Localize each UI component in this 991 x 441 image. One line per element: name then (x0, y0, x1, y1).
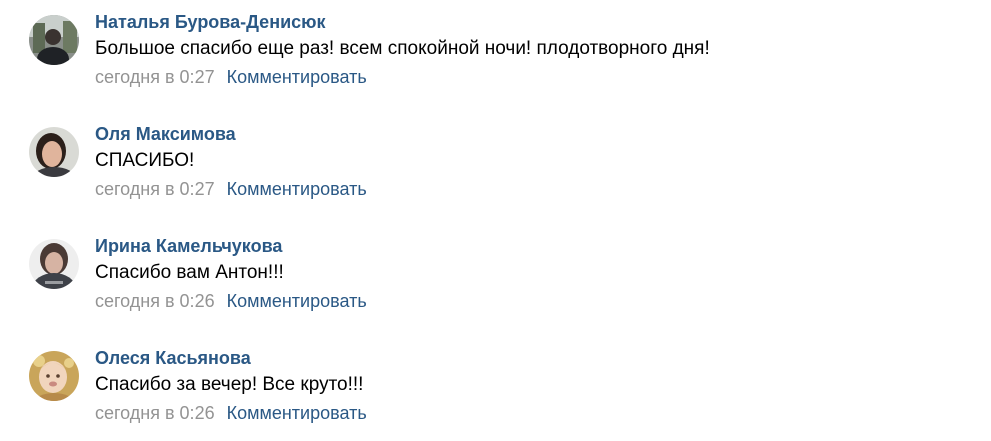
comment-author[interactable]: Ирина Камельчукова (95, 235, 282, 257)
comment-item: Оля Максимова СПАСИБО! сегодня в 0:27 Ком… (29, 124, 969, 217)
comment-meta: сегодня в 0:26 Комментировать (95, 290, 367, 312)
user-photo-icon (29, 351, 79, 401)
comment-text: СПАСИБО! (95, 150, 195, 171)
comment-meta: сегодня в 0:26 Комментировать (95, 402, 367, 424)
comment-time[interactable]: сегодня в 0:27 (95, 179, 215, 199)
comment-item: Олеся Касьянова Спасибо за вечер! Все кр… (29, 348, 969, 441)
comment-author[interactable]: Олеся Касьянова (95, 347, 251, 369)
avatar[interactable] (29, 15, 79, 65)
comment-time[interactable]: сегодня в 0:27 (95, 67, 215, 87)
comment-item: Ирина Камельчукова Спасибо вам Антон!!! … (29, 236, 969, 329)
comment-author[interactable]: Оля Максимова (95, 123, 236, 145)
comment-item: Наталья Бурова-Денисюк Большое спасибо е… (29, 12, 969, 105)
user-photo-icon (29, 15, 79, 65)
comment-time[interactable]: сегодня в 0:26 (95, 291, 215, 311)
comment-meta: сегодня в 0:27 Комментировать (95, 66, 367, 88)
comment-meta: сегодня в 0:27 Комментировать (95, 178, 367, 200)
user-photo-icon (29, 239, 79, 289)
comment-text: Спасибо за вечер! Все круто!!! (95, 374, 364, 395)
comment-reply-link[interactable]: Комментировать (227, 179, 367, 199)
avatar[interactable] (29, 127, 79, 177)
comment-reply-link[interactable]: Комментировать (227, 291, 367, 311)
user-photo-icon (29, 127, 79, 177)
avatar[interactable] (29, 351, 79, 401)
comment-reply-link[interactable]: Комментировать (227, 403, 367, 423)
comment-author[interactable]: Наталья Бурова-Денисюк (95, 11, 326, 33)
comment-reply-link[interactable]: Комментировать (227, 67, 367, 87)
comment-time[interactable]: сегодня в 0:26 (95, 403, 215, 423)
comment-text: Спасибо вам Антон!!! (95, 262, 284, 283)
comment-text: Большое спасибо еще раз! всем спокойной … (95, 38, 710, 59)
avatar[interactable] (29, 239, 79, 289)
